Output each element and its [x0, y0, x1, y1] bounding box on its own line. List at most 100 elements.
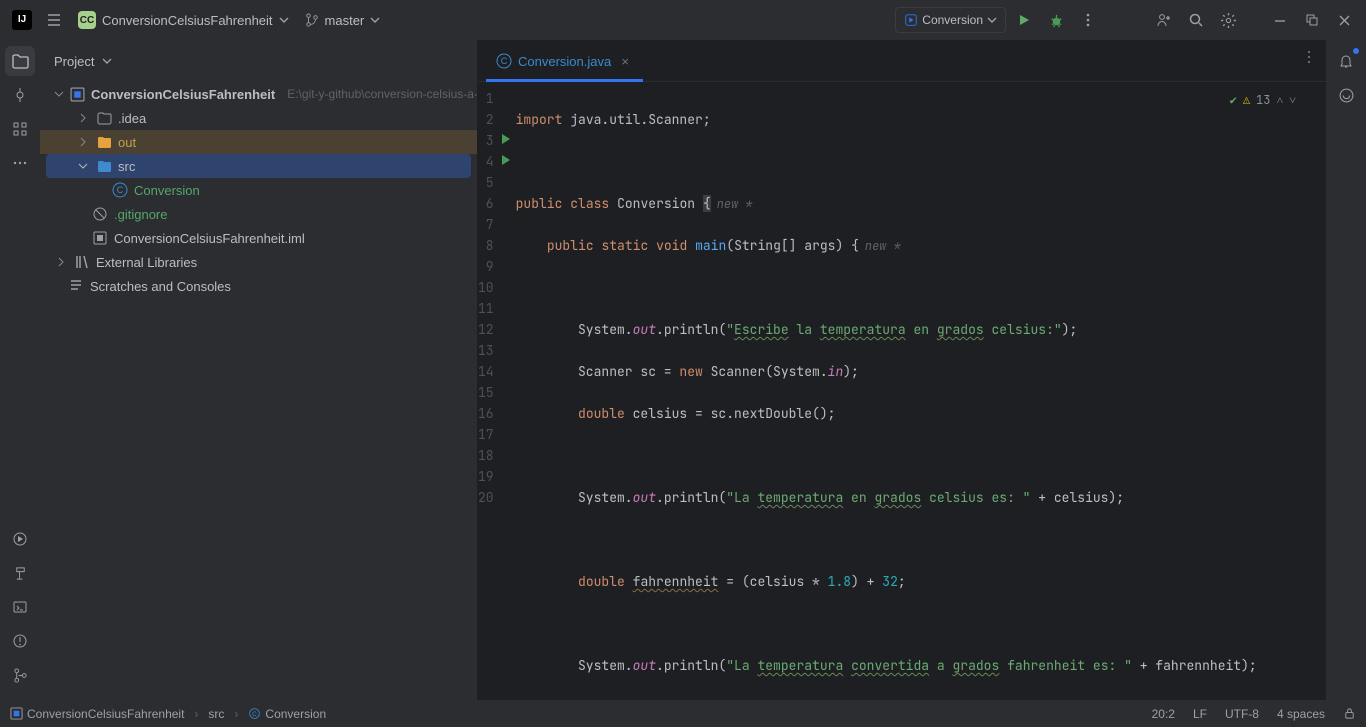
line-number: 16 — [478, 403, 512, 424]
run-tool-button[interactable] — [5, 524, 35, 554]
tree-folder-src[interactable]: src — [46, 154, 471, 178]
svg-text:C: C — [253, 711, 258, 718]
title-bar: IJ CC ConversionCelsiusFahrenheit master… — [0, 0, 1366, 40]
cursor-position[interactable]: 20:2 — [1152, 707, 1175, 721]
run-button[interactable] — [1010, 6, 1038, 34]
notifications-button[interactable] — [1331, 46, 1361, 76]
run-config-icon — [904, 13, 918, 27]
breadcrumb[interactable]: src — [208, 707, 224, 721]
breadcrumb[interactable]: ConversionCelsiusFahrenheit — [10, 707, 184, 721]
project-tree[interactable]: ConversionCelsiusFahrenheit E:\git-y-git… — [40, 82, 477, 700]
tree-label: .gitignore — [114, 207, 167, 222]
tree-external-libs[interactable]: External Libraries — [40, 250, 477, 274]
tree-file-gitignore[interactable]: .gitignore — [40, 202, 477, 226]
chevron-right-icon[interactable] — [76, 135, 90, 149]
crumb-label: ConversionCelsiusFahrenheit — [27, 707, 184, 721]
line-number: 8 — [478, 235, 512, 256]
close-button[interactable] — [1330, 6, 1358, 34]
inspection-widget[interactable]: ✔ ⚠ 13 ˄ ˅ — [1230, 90, 1296, 111]
tree-file-iml[interactable]: ConversionCelsiusFahrenheit.iml — [40, 226, 477, 250]
check-icon: ✔ — [1230, 90, 1237, 111]
tree-label: .idea — [118, 111, 146, 126]
tree-scratches[interactable]: Scratches and Consoles — [40, 274, 477, 298]
app-logo: IJ — [8, 6, 36, 34]
class-icon: C — [248, 707, 261, 720]
warning-count: 13 — [1256, 90, 1270, 111]
more-actions-button[interactable] — [1074, 6, 1102, 34]
run-config-selector[interactable]: Conversion — [895, 7, 1006, 33]
tree-label: ConversionCelsiusFahrenheit.iml — [114, 231, 305, 246]
module-icon — [70, 86, 85, 102]
chevron-down-icon[interactable] — [76, 159, 90, 173]
maximize-button[interactable] — [1298, 6, 1326, 34]
line-number: 5 — [478, 172, 512, 193]
left-tool-strip — [0, 40, 40, 700]
vcs-tool-button[interactable] — [5, 660, 35, 690]
line-number: 10 — [478, 277, 512, 298]
chevron-down-icon[interactable] — [102, 56, 112, 66]
line-number: 12 — [478, 319, 512, 340]
run-config-name: Conversion — [922, 13, 983, 27]
breadcrumb[interactable]: C Conversion — [248, 707, 326, 721]
module-icon — [10, 707, 23, 720]
structure-tool-button[interactable] — [5, 114, 35, 144]
tree-project-root[interactable]: ConversionCelsiusFahrenheit E:\git-y-git… — [40, 82, 477, 106]
branch-icon — [305, 13, 319, 27]
problems-tool-button[interactable] — [5, 626, 35, 656]
minimize-button[interactable] — [1266, 6, 1294, 34]
tab-conversion[interactable]: C Conversion.java × — [486, 41, 643, 81]
tree-file-conversion[interactable]: C Conversion — [40, 178, 477, 202]
chevron-down-icon[interactable]: ˅ — [1289, 90, 1296, 111]
tree-label: Scratches and Consoles — [90, 279, 231, 294]
tree-folder-idea[interactable]: .idea — [40, 106, 477, 130]
class-icon: C — [112, 182, 128, 198]
line-number: 1 — [478, 88, 512, 109]
project-selector[interactable]: CC ConversionCelsiusFahrenheit — [72, 6, 295, 34]
line-number: 11 — [478, 298, 512, 319]
right-tool-strip — [1326, 40, 1366, 700]
debug-button[interactable] — [1042, 6, 1070, 34]
code-content[interactable]: import java.util.Scanner; public class C… — [512, 82, 1326, 700]
hamburger-icon[interactable] — [40, 6, 68, 34]
warning-icon: ⚠ — [1243, 90, 1250, 111]
chevron-down-icon — [279, 15, 289, 25]
scratches-icon — [68, 278, 84, 294]
chevron-right-icon[interactable] — [76, 111, 90, 125]
close-tab-icon[interactable]: × — [617, 54, 633, 69]
editor-body[interactable]: 1 2 3 4 5 6 7 8 9 10 11 12 13 14 15 16 1… — [478, 82, 1326, 700]
readonly-toggle-icon[interactable] — [1343, 707, 1356, 720]
tab-label: Conversion.java — [518, 54, 611, 69]
line-number: 6 — [478, 193, 512, 214]
branch-name: master — [325, 13, 365, 28]
vcs-branch-selector[interactable]: master — [299, 6, 387, 34]
settings-button[interactable] — [1214, 6, 1242, 34]
tree-folder-out[interactable]: out — [40, 130, 477, 154]
iml-icon — [92, 230, 108, 246]
line-number: 20 — [478, 487, 512, 508]
editor-area: C Conversion.java × 1 2 3 4 5 6 7 8 9 10… — [478, 40, 1326, 700]
build-tool-button[interactable] — [5, 558, 35, 588]
file-encoding[interactable]: UTF-8 — [1225, 707, 1259, 721]
line-number: 18 — [478, 445, 512, 466]
chevron-up-icon[interactable]: ˄ — [1276, 90, 1283, 111]
more-tool-button[interactable] — [5, 148, 35, 178]
tab-actions-icon[interactable] — [1302, 50, 1316, 64]
ai-assistant-button[interactable] — [1331, 80, 1361, 110]
chevron-down-icon[interactable] — [54, 87, 64, 101]
indent-info[interactable]: 4 spaces — [1277, 707, 1325, 721]
editor-gutter: 1 2 3 4 5 6 7 8 9 10 11 12 13 14 15 16 1… — [478, 82, 512, 700]
line-separator[interactable]: LF — [1193, 707, 1207, 721]
code-with-me-button[interactable] — [1150, 6, 1178, 34]
line-number[interactable]: 3 — [478, 130, 512, 151]
folder-icon — [96, 110, 112, 126]
chevron-right-icon[interactable] — [54, 255, 68, 269]
terminal-tool-button[interactable] — [5, 592, 35, 622]
tree-label: src — [118, 159, 135, 174]
project-badge: CC — [78, 11, 96, 29]
project-tool-button[interactable] — [5, 46, 35, 76]
tree-label: out — [118, 135, 136, 150]
line-number: 17 — [478, 424, 512, 445]
commit-tool-button[interactable] — [5, 80, 35, 110]
search-everywhere-button[interactable] — [1182, 6, 1210, 34]
line-number[interactable]: 4 — [478, 151, 512, 172]
